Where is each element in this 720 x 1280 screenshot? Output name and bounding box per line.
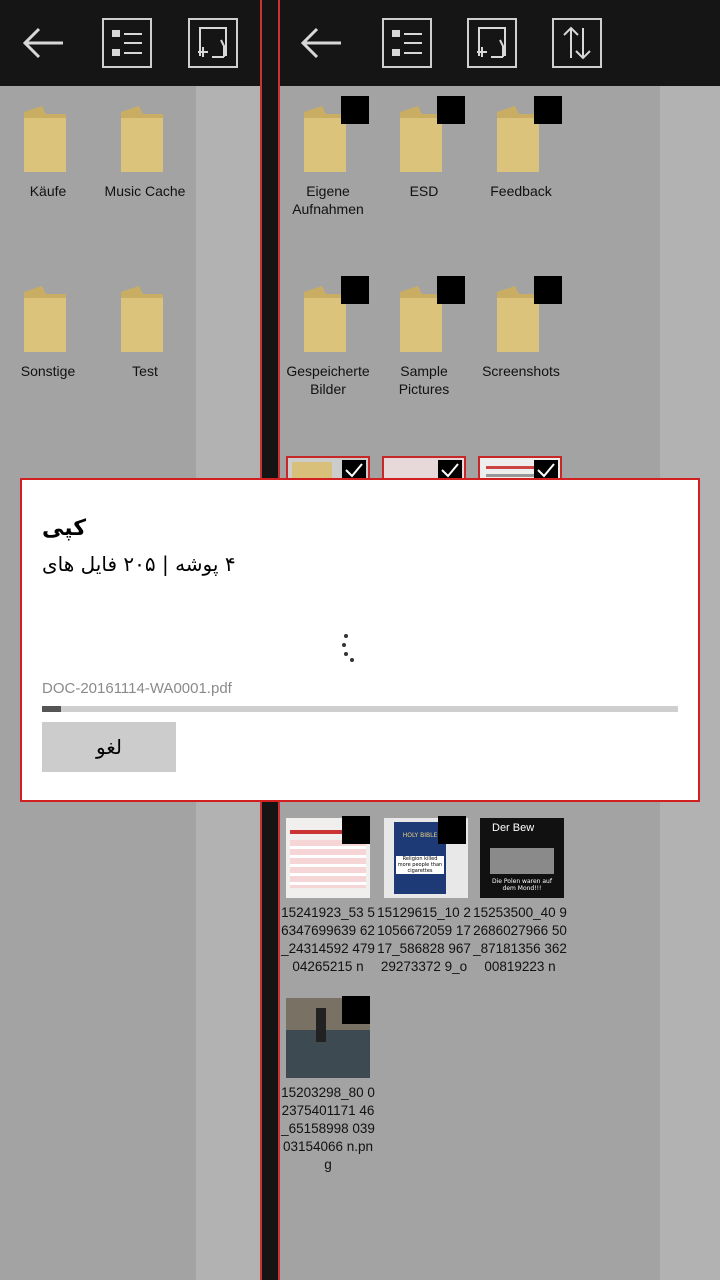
back-button[interactable]: [18, 18, 68, 68]
folder-label: Test: [132, 363, 158, 379]
sort-arrows-icon: [563, 26, 591, 60]
checkmark-icon: [342, 460, 366, 480]
selection-checkbox[interactable]: [342, 996, 370, 1024]
left-toolbar: [0, 0, 260, 86]
selection-checkbox[interactable]: [534, 276, 562, 304]
folder-label: Feedback: [490, 183, 552, 199]
right-toolbar: [280, 0, 720, 86]
selection-checkbox[interactable]: [534, 96, 562, 124]
selection-checkbox[interactable]: [341, 276, 369, 304]
checkmark-icon: [438, 460, 462, 480]
progress-bar: [42, 706, 678, 712]
folder-icon: [121, 106, 163, 172]
loading-spinner-icon: [342, 634, 354, 662]
selection-checkbox[interactable]: [437, 96, 465, 124]
view-list-button[interactable]: [382, 18, 432, 68]
folder-label: Sample Pictures: [398, 363, 450, 397]
new-item-icon: [477, 27, 506, 58]
progress-fill: [42, 706, 62, 712]
new-folder-button[interactable]: [188, 18, 238, 68]
dialog-subtitle: ۴ پوشه | ۲۰۵ فایل های: [42, 552, 236, 576]
folder-label: Sonstige: [20, 363, 76, 379]
folder-label: ESD: [409, 183, 439, 199]
folder-icon: [121, 286, 163, 352]
selection-checkbox[interactable]: [437, 276, 465, 304]
new-item-icon: [198, 27, 227, 58]
image-label: 15253500_40 92686027966 50_87181356 3620…: [473, 905, 567, 974]
view-list-button[interactable]: [102, 18, 152, 68]
selection-checkbox[interactable]: [341, 96, 369, 124]
folder-icon: [24, 286, 66, 352]
folder-label: Gespeicherte Bilder: [286, 363, 370, 397]
image-label: 15241923_53 56347699639 62_24314592 4790…: [281, 905, 375, 974]
list-view-icon: [112, 30, 142, 56]
image-thumbnail[interactable]: Der Bew Die Polen waren auf dem Mond!!!: [480, 818, 564, 898]
folder-label: Käufe: [29, 183, 67, 199]
sort-button[interactable]: [552, 18, 602, 68]
back-arrow-icon: [22, 27, 63, 59]
back-arrow-icon: [300, 27, 341, 59]
image-label: 15129615_10 21056672059 1717_586828 9672…: [377, 905, 471, 974]
back-button[interactable]: [296, 18, 346, 68]
image-label: 15203298_80 02375401171 46_65158998 0390…: [281, 1085, 375, 1172]
folder-label: Music Cache: [104, 183, 186, 199]
list-view-icon: [392, 30, 422, 56]
new-folder-button[interactable]: [467, 18, 517, 68]
cancel-button[interactable]: لغو: [42, 722, 176, 772]
folder-icon: [24, 106, 66, 172]
selection-checkbox[interactable]: [342, 816, 370, 844]
copy-progress-dialog: کپی ۴ پوشه | ۲۰۵ فایل های DOC-20161114-W…: [20, 478, 700, 802]
folder-label: Eigene Aufnahmen: [292, 183, 364, 217]
dialog-title: کپی: [42, 516, 87, 541]
checkmark-icon: [534, 460, 558, 480]
folder-label: Screenshots: [482, 363, 560, 379]
current-file-name: DOC-20161114-WA0001.pdf: [42, 680, 232, 697]
selection-checkbox[interactable]: [438, 816, 466, 844]
